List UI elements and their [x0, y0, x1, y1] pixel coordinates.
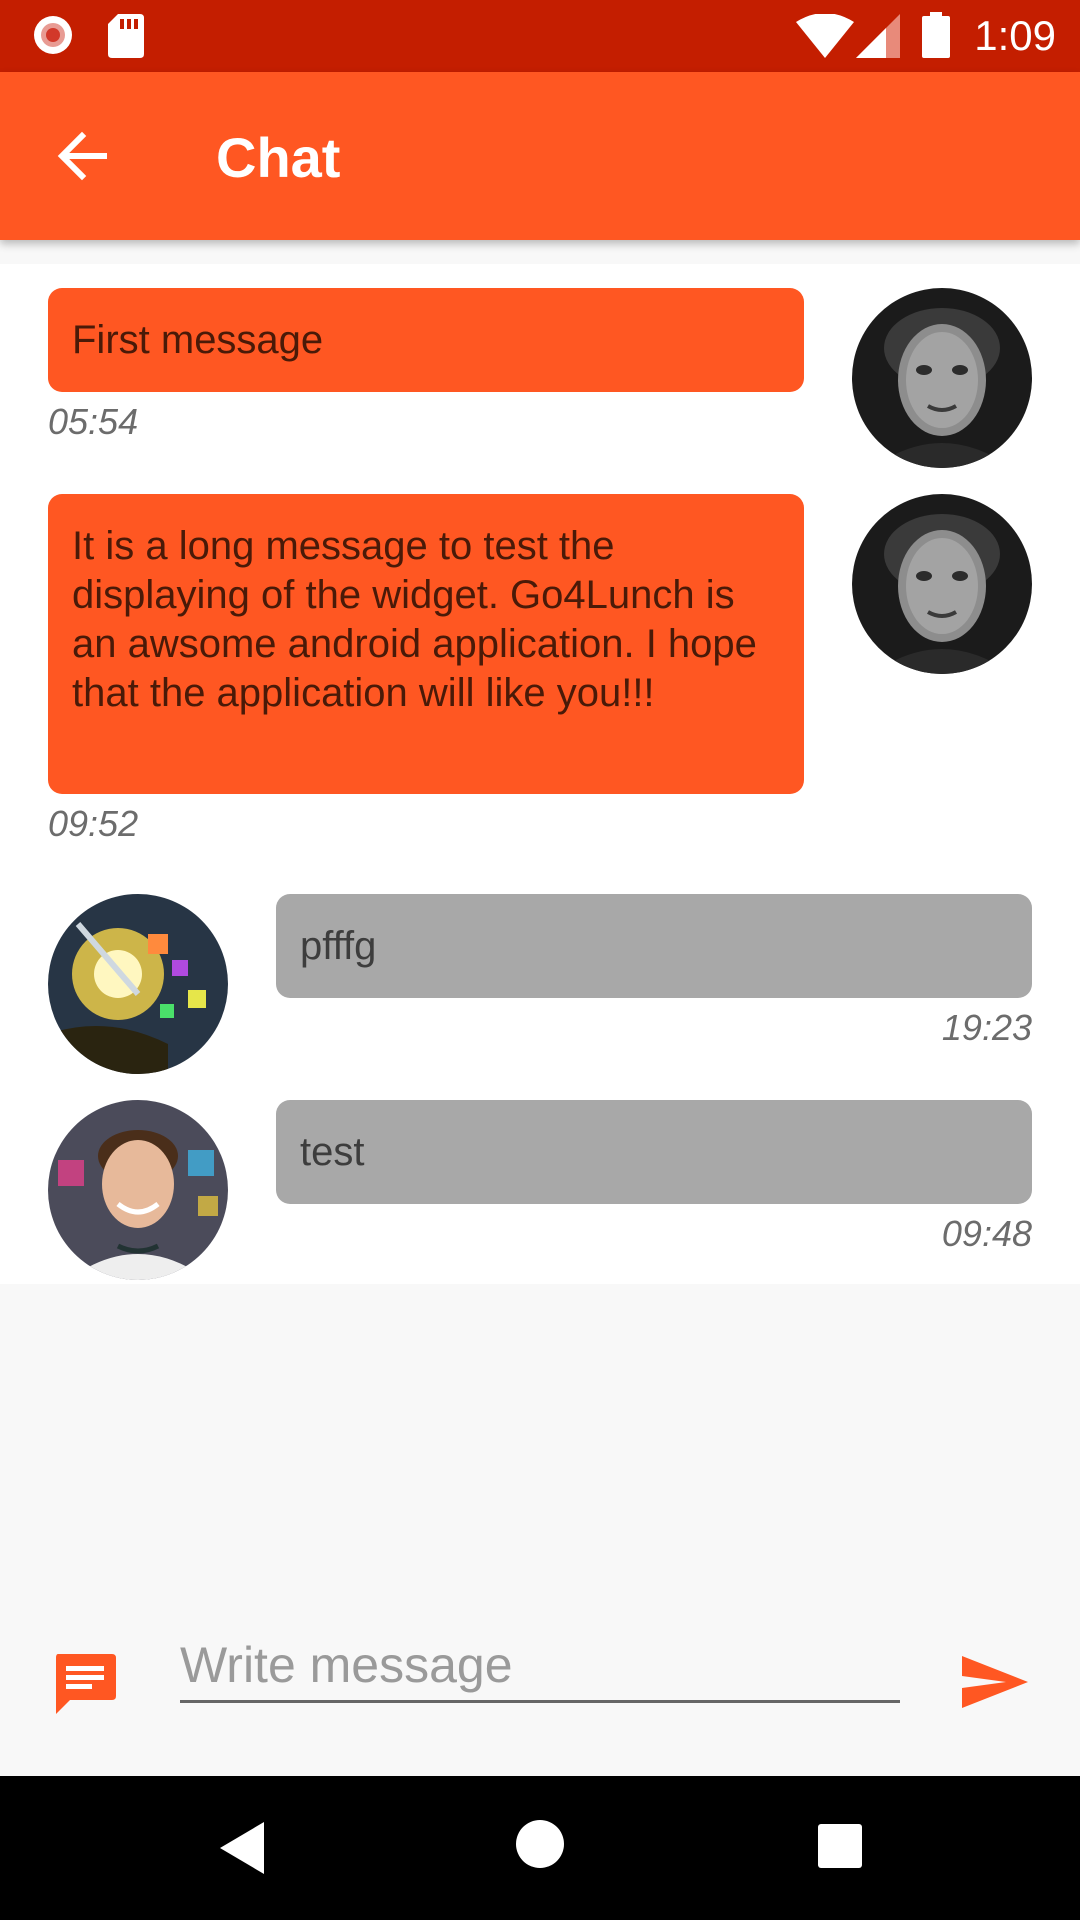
message-time: 09:48 — [941, 1213, 1032, 1254]
app-bar: Chat — [0, 72, 1080, 240]
message-input-bar — [0, 1600, 1080, 1776]
wifi-icon — [796, 14, 854, 58]
nav-home-icon[interactable] — [514, 1818, 566, 1870]
arrow-back-icon[interactable] — [52, 126, 112, 186]
message-input[interactable] — [180, 1630, 900, 1703]
avatar[interactable] — [852, 288, 1032, 468]
page-title: Chat — [216, 126, 341, 189]
record-icon — [34, 16, 72, 54]
man-avatar-image — [48, 1100, 228, 1280]
message-time: 05:54 — [48, 401, 139, 442]
portrait-avatar-image — [852, 494, 1032, 674]
nav-recents-icon[interactable] — [816, 1822, 864, 1870]
portrait-avatar-image — [852, 288, 1032, 468]
message-item: It is a long message to test the display… — [0, 470, 1080, 880]
status-bar: 1:09 — [0, 0, 1080, 72]
send-icon[interactable] — [960, 1652, 1030, 1712]
message-bubble: pfffg — [276, 894, 1032, 998]
nav-back-icon[interactable] — [214, 1818, 274, 1878]
avatar[interactable] — [48, 1100, 228, 1280]
message-text: It is a long message to test the display… — [72, 524, 757, 715]
message-item: test 09:48 — [0, 1086, 1080, 1284]
status-time: 1:09 — [974, 12, 1056, 59]
battery-icon — [922, 12, 950, 58]
message-time: 19:23 — [941, 1007, 1032, 1048]
system-nav-bar — [0, 1776, 1080, 1920]
message-text: test — [300, 1130, 365, 1174]
signal-icon — [856, 14, 900, 58]
message-item: pfffg 19:23 — [0, 880, 1080, 1086]
avatar[interactable] — [48, 894, 228, 1074]
sd-card-icon — [108, 14, 144, 58]
message-item: First message 05:54 — [0, 264, 1080, 470]
message-bubble: It is a long message to test the display… — [48, 494, 804, 794]
message-time: 09:52 — [48, 803, 139, 844]
message-text: First message — [72, 318, 324, 362]
message-bubble: test — [276, 1100, 1032, 1204]
message-text: pfffg — [300, 924, 377, 968]
message-bubble: First message — [48, 288, 804, 392]
avatar[interactable] — [852, 494, 1032, 674]
chat-bubble-icon — [56, 1654, 116, 1714]
colorful-avatar-image — [48, 894, 228, 1074]
message-list[interactable]: First message 05:54 It is a long message… — [0, 264, 1080, 1284]
